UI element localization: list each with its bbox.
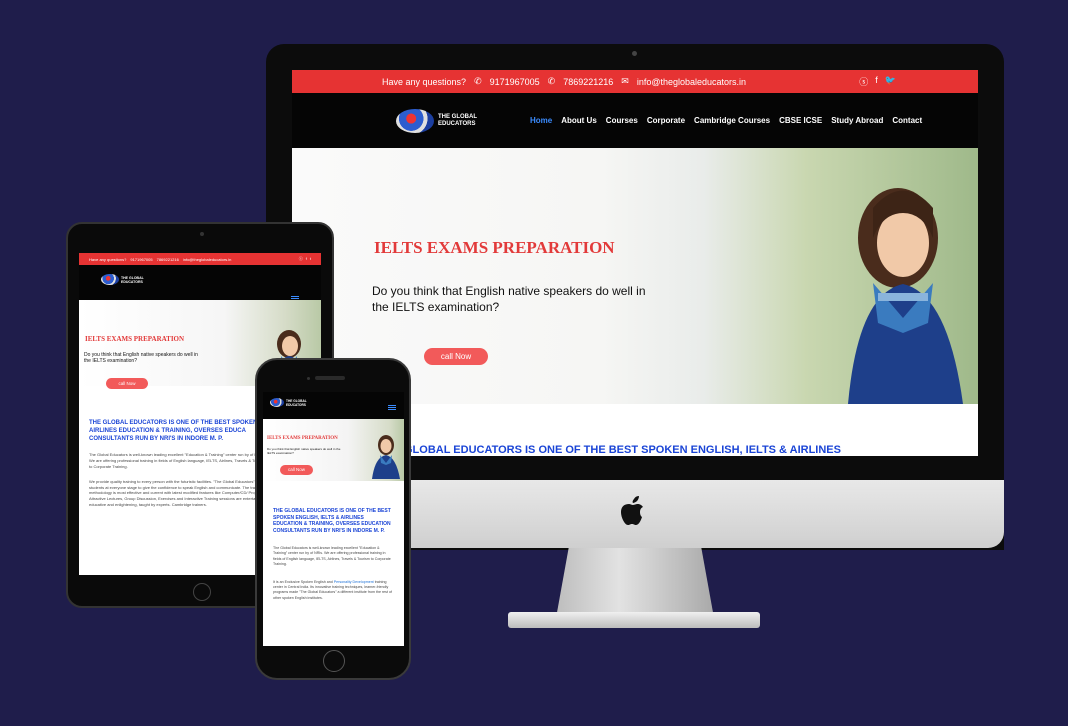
- topbar-phone1[interactable]: 9171967005: [130, 257, 152, 262]
- globe-logo-icon: [101, 274, 119, 285]
- topbar-email[interactable]: info@theglobaleducators.in: [183, 257, 232, 262]
- tablet-topbar: Have any questions? 9171967005 786922121…: [79, 253, 321, 265]
- call-now-button[interactable]: call Now: [424, 348, 488, 365]
- tablet-navbar: THE GLOBAL EDUCATORS: [79, 265, 321, 301]
- imac-camera: [632, 51, 637, 56]
- call-now-button[interactable]: call Now: [280, 465, 313, 475]
- site-logo[interactable]: THE GLOBAL EDUCATORS: [396, 108, 506, 133]
- hero-banner: IELTS EXAMS PREPARATION Do you think tha…: [263, 419, 404, 481]
- logo-text-line1: THE GLOBAL: [438, 113, 477, 120]
- menu-item-study-abroad[interactable]: Study Abroad: [831, 116, 883, 125]
- desktop-topbar: Have any questions? ✆ 9171967005 ✆ 78692…: [292, 70, 978, 93]
- ipad-home-button: [193, 583, 211, 601]
- iphone-speaker: [315, 376, 345, 380]
- topbar-phone1[interactable]: 9171967005: [490, 77, 540, 87]
- apple-icon: [621, 496, 643, 525]
- hamburger-menu-icon[interactable]: [388, 405, 396, 410]
- mobile-website: THE GLOBAL EDUCATORS IELTS EXAMS PREPARAT…: [263, 392, 404, 646]
- skype-icon[interactable]: ⓢ: [859, 75, 868, 88]
- main-menu: Home About Us Courses Corporate Cambridg…: [530, 116, 922, 125]
- personality-development-link[interactable]: Personality Development: [334, 580, 374, 584]
- twitter-icon[interactable]: t: [310, 256, 311, 262]
- twitter-icon[interactable]: 🐦: [885, 75, 896, 88]
- site-logo[interactable]: THE GLOBAL EDUCATORS: [101, 274, 144, 285]
- menu-item-cambridge[interactable]: Cambridge Courses: [694, 116, 770, 125]
- topbar-email[interactable]: info@theglobaleducators.in: [637, 77, 746, 87]
- paragraph-2-start: It is an Exclusive Spoken English and: [273, 579, 333, 584]
- mobile-navbar: THE GLOBAL EDUCATORS: [263, 392, 404, 419]
- phone-icon: ✆: [474, 76, 482, 86]
- call-now-button[interactable]: call Now: [106, 378, 148, 389]
- menu-item-home[interactable]: Home: [530, 116, 552, 125]
- mail-icon: ✉: [621, 76, 629, 86]
- globe-logo-icon: [270, 398, 284, 407]
- topbar-question: Have any questions?: [382, 76, 467, 87]
- topbar-question: Have any questions?: [89, 256, 127, 262]
- menu-item-courses[interactable]: Courses: [606, 116, 638, 125]
- menu-item-corporate[interactable]: Corporate: [647, 116, 685, 125]
- phone-icon: ✆: [547, 76, 556, 86]
- globe-logo-icon: [396, 108, 434, 133]
- hero-title: IELTS EXAMS PREPARATION: [267, 436, 338, 441]
- desktop-navbar: THE GLOBAL EDUCATORS Home About Us Course…: [292, 93, 978, 148]
- hero-subtitle: Do you think that English native speaker…: [84, 352, 198, 365]
- topbar-phone2[interactable]: 7869221216: [563, 77, 613, 87]
- intro-paragraph-1: The Global Educators is well-known leadi…: [89, 452, 267, 469]
- hero-title: IELTS EXAMS PREPARATION: [374, 238, 615, 257]
- logo-text-line2: EDUCATORS: [286, 402, 306, 407]
- intro-paragraph-2: It is an Exclusive Spoken English and Pe…: [273, 580, 394, 602]
- iphone-camera: [307, 377, 310, 380]
- student-photo: [372, 435, 400, 479]
- intro-paragraph-3: We provide quality training to every per…: [89, 478, 266, 507]
- ipad-camera: [200, 232, 204, 236]
- intro-heading: THE GLOBAL EDUCATORS IS ONE OF THE BEST …: [89, 420, 264, 442]
- hero-subtitle: Do you think that English native speaker…: [267, 447, 341, 455]
- skype-icon[interactable]: ⓢ: [299, 256, 303, 262]
- menu-item-contact[interactable]: Contact: [892, 116, 922, 125]
- topbar-phone2[interactable]: 7869221216: [157, 257, 179, 262]
- menu-item-about[interactable]: About Us: [561, 116, 597, 125]
- imac-stand-base: [508, 612, 760, 628]
- facebook-icon[interactable]: f: [306, 256, 307, 262]
- mobile-content: THE GLOBAL EDUCATORS IS ONE OF THE BEST …: [263, 481, 404, 601]
- intro-paragraph-1: The Global Educators is well-known leadi…: [273, 546, 391, 567]
- iphone-home-button: [323, 650, 345, 672]
- hero-title: IELTS EXAMS PREPARATION: [85, 335, 185, 343]
- student-photo: [848, 188, 963, 404]
- facebook-icon[interactable]: f: [875, 75, 878, 88]
- site-logo[interactable]: THE GLOBAL EDUCATORS: [270, 398, 307, 407]
- logo-text-line2: EDUCATORS: [438, 120, 476, 127]
- hero-subtitle: Do you think that English native speaker…: [372, 284, 646, 314]
- logo-text-line2: EDUCATORS: [121, 279, 143, 284]
- intro-heading: THE GLOBAL EDUCATORS IS ONE OF THE BEST …: [273, 508, 391, 534]
- menu-item-cbse[interactable]: CBSE ICSE: [779, 116, 822, 125]
- imac-stand-neck: [556, 548, 714, 618]
